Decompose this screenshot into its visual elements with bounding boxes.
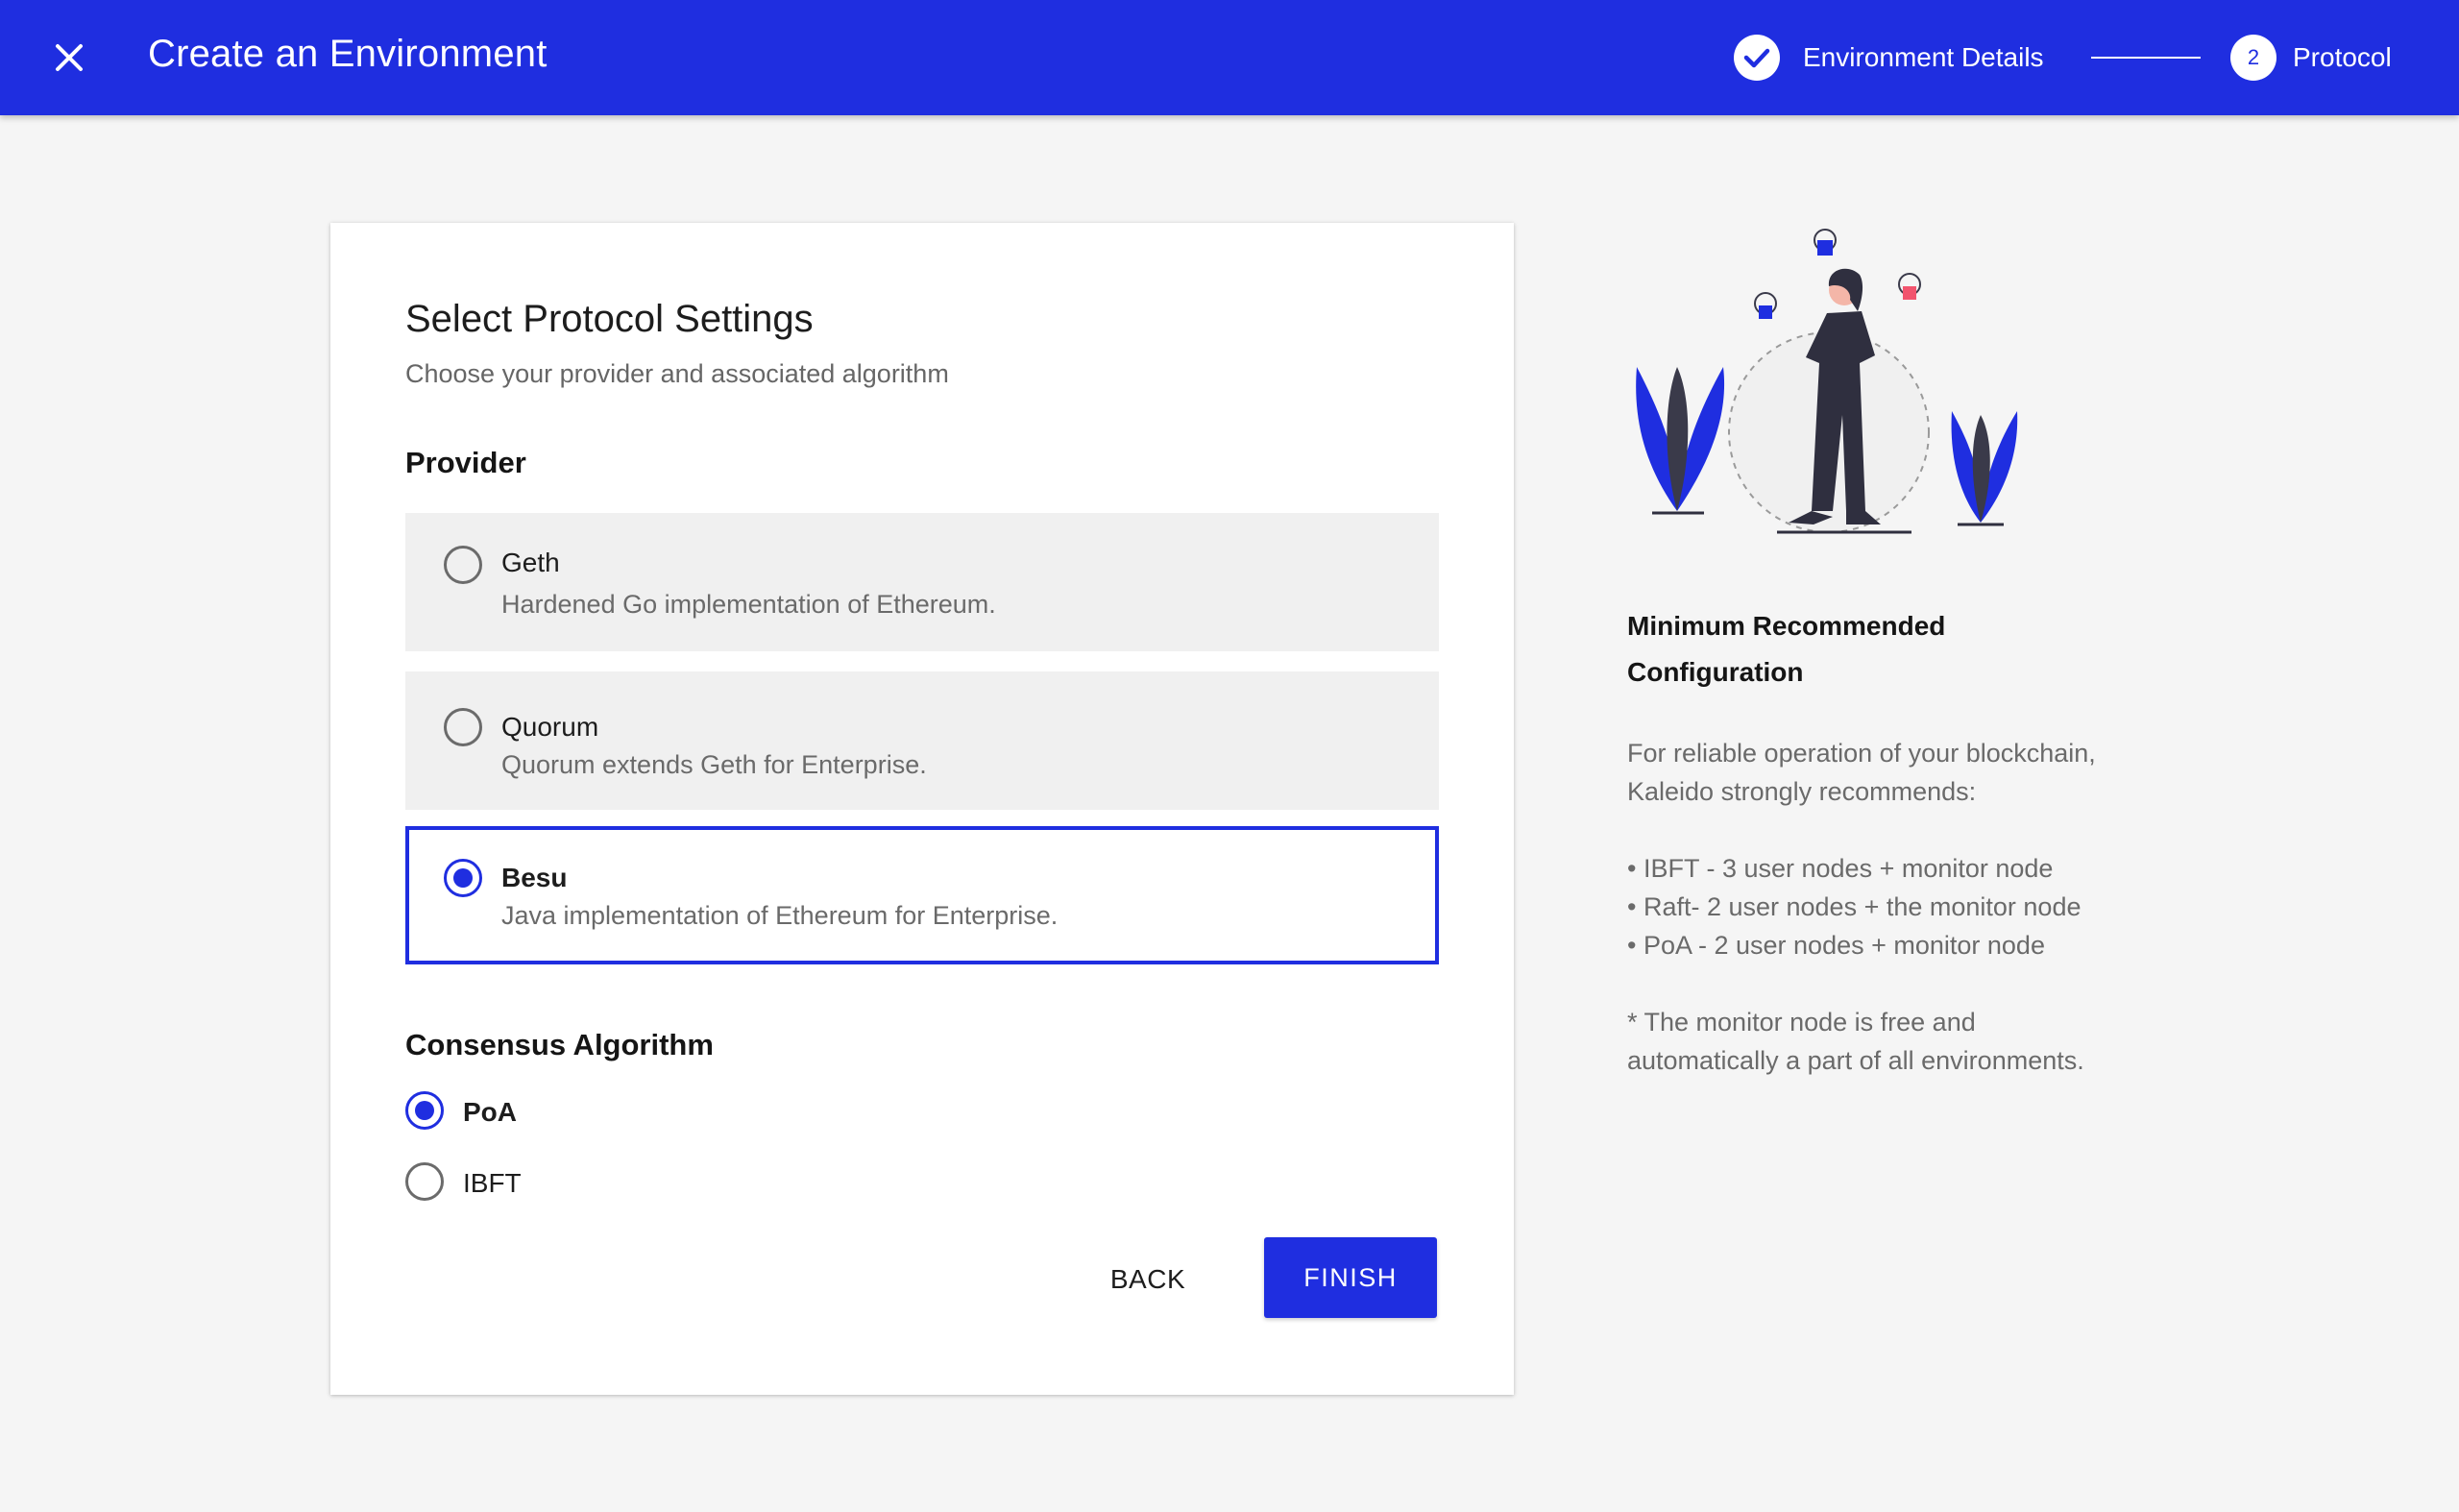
check-circle-icon <box>1734 35 1780 81</box>
radio-quorum[interactable] <box>444 708 482 746</box>
protocol-settings-card: Select Protocol Settings Choose your pro… <box>330 223 1514 1395</box>
recommendation-intro: For reliable operation of your blockchai… <box>1627 734 2165 811</box>
algorithm-label: IBFT <box>463 1168 522 1198</box>
step-environment-details[interactable]: Environment Details <box>1803 42 2044 73</box>
close-icon <box>56 44 83 71</box>
provider-description: Java implementation of Ethereum for Ente… <box>501 901 1059 930</box>
close-button[interactable] <box>46 35 92 81</box>
provider-name: Quorum <box>501 712 599 742</box>
provider-option-geth[interactable]: Geth Hardened Go implementation of Ether… <box>405 513 1439 651</box>
back-button[interactable]: BACK <box>1085 1253 1210 1306</box>
recommendation-title: Minimum Recommended Configuration <box>1627 603 2031 695</box>
finish-button[interactable]: FINISH <box>1264 1237 1437 1318</box>
algorithm-label: PoA <box>463 1097 517 1127</box>
provider-description: Hardened Go implementation of Ethereum. <box>501 590 996 619</box>
radio-ibft[interactable] <box>405 1162 444 1201</box>
provider-description: Quorum extends Geth for Enterprise. <box>501 750 927 779</box>
card-subtitle: Choose your provider and associated algo… <box>405 359 949 388</box>
list-item: • IBFT - 3 user nodes + monitor node <box>1627 854 2054 883</box>
person-illustration <box>1636 229 2018 534</box>
top-app-bar: Create an Environment Environment Detail… <box>0 0 2459 115</box>
intro-line: Kaleido strongly recommends: <box>1627 777 1977 806</box>
radio-geth[interactable] <box>444 546 482 584</box>
step-connector <box>2091 57 2201 59</box>
recommendation-title-line: Configuration <box>1627 657 1804 687</box>
step-number-badge: 2 <box>2230 35 2276 81</box>
radio-poa[interactable] <box>405 1091 444 1130</box>
note-line: automatically a part of all environments… <box>1627 1046 2084 1075</box>
provider-option-quorum[interactable]: Quorum Quorum extends Geth for Enterpris… <box>405 671 1439 810</box>
recommendation-title-line: Minimum Recommended <box>1627 611 1946 641</box>
note-line: * The monitor node is free and <box>1627 1008 1976 1036</box>
provider-option-besu[interactable]: Besu Java implementation of Ethereum for… <box>405 826 1439 964</box>
intro-line: For reliable operation of your blockchai… <box>1627 739 2096 768</box>
monitor-node-note: * The monitor node is free and automatic… <box>1627 1003 2165 1080</box>
list-item: • PoA - 2 user nodes + monitor node <box>1627 931 2045 960</box>
radio-besu[interactable] <box>444 859 482 897</box>
page-title: Create an Environment <box>148 33 548 75</box>
recommendation-list: • IBFT - 3 user nodes + monitor node • R… <box>1627 849 2165 964</box>
card-title: Select Protocol Settings <box>405 298 814 340</box>
provider-name: Besu <box>501 863 568 892</box>
step-protocol: Protocol <box>2293 42 2392 72</box>
provider-heading: Provider <box>405 446 526 479</box>
consensus-heading: Consensus Algorithm <box>405 1028 714 1061</box>
provider-name: Geth <box>501 548 560 577</box>
list-item: • Raft- 2 user nodes + the monitor node <box>1627 892 2082 921</box>
